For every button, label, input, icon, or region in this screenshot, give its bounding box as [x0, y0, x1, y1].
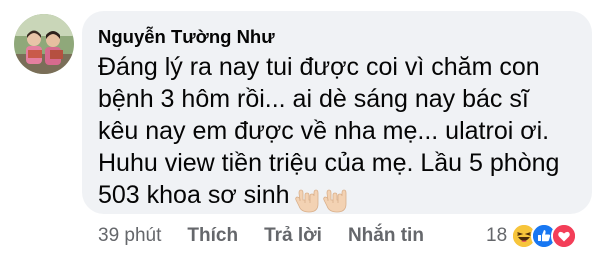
love-you-gesture-icon: [294, 189, 318, 213]
reaction-count: 18: [486, 225, 508, 246]
reply-button[interactable]: Trả lời: [264, 225, 322, 247]
reaction-icons: [511, 223, 578, 249]
comment-timestamp[interactable]: 39 phút: [98, 225, 161, 247]
avatar[interactable]: [14, 14, 74, 74]
message-button[interactable]: Nhắn tin: [348, 225, 424, 247]
love-you-gesture-emoji: [294, 184, 350, 216]
like-button[interactable]: Thích: [187, 225, 238, 247]
reactions-summary[interactable]: 18: [486, 221, 578, 251]
comment-author[interactable]: Nguyễn Tường Như: [98, 25, 576, 49]
comment-actions: 39 phút Thích Trả lời Nhắn tin: [98, 221, 450, 251]
comment-text-container: Đáng lý ra nay tui được coi vì chăm con …: [98, 51, 576, 216]
love-icon: [551, 223, 578, 249]
comment-bubble: Nguyễn Tường Như Đáng lý ra nay tui được…: [82, 11, 592, 214]
love-you-gesture-icon: [322, 189, 346, 213]
